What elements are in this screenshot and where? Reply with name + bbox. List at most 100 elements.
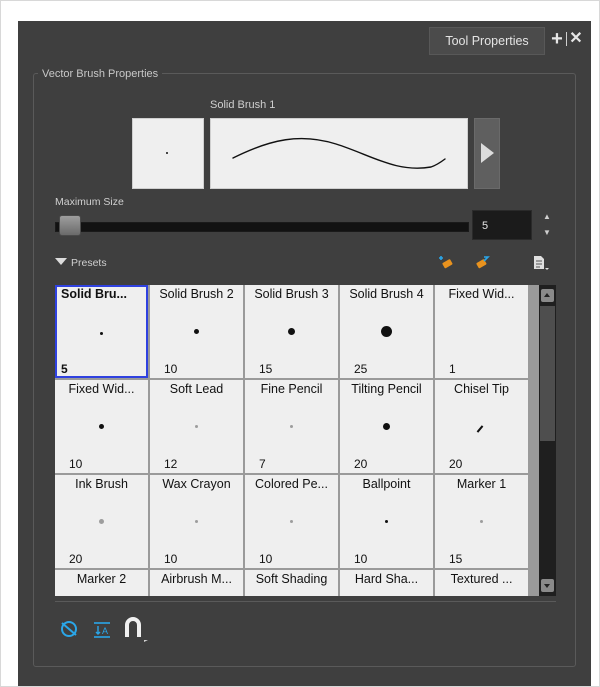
tab-separator xyxy=(566,32,567,46)
presets-toggle[interactable]: Presets xyxy=(55,257,107,269)
preset-name: Solid Brush 2 xyxy=(159,287,234,301)
brush-tip-dot xyxy=(194,519,198,523)
presets-label: Presets xyxy=(71,257,107,269)
presets-grid: Solid Bru... 5 Solid Brush 2 10 Solid Brush … xyxy=(55,285,556,596)
brush-tip-dot xyxy=(287,327,295,335)
preset-cell[interactable]: Soft Shading xyxy=(245,570,338,596)
preset-cell[interactable]: Fine Pencil 7 xyxy=(245,380,338,473)
preset-cell[interactable]: Ink Brush 20 xyxy=(55,475,148,568)
scroll-down-button[interactable] xyxy=(541,579,554,592)
preset-name: Soft Shading xyxy=(255,572,328,586)
preset-name: Chisel Tip xyxy=(454,382,509,396)
preset-name: Soft Lead xyxy=(169,382,224,396)
preset-size: 12 xyxy=(164,457,178,471)
presets-scrollbar[interactable] xyxy=(539,285,556,596)
preset-cell[interactable]: Fixed Wid... 1 xyxy=(435,285,528,378)
svg-text:A: A xyxy=(102,626,108,636)
scroll-up-button[interactable] xyxy=(541,289,554,302)
preset-name: Tilting Pencil xyxy=(351,382,422,396)
text-size-icon[interactable]: A xyxy=(91,618,113,640)
play-arrow-icon xyxy=(481,143,494,163)
stroke-preview xyxy=(210,118,468,189)
brush-tip-dot xyxy=(289,424,293,428)
preset-name: Marker 1 xyxy=(456,477,507,491)
scroll-thumb[interactable] xyxy=(540,306,555,441)
preset-name: Ballpoint xyxy=(362,477,411,491)
preset-name: Solid Bru... xyxy=(61,287,127,301)
brush-tip-dot xyxy=(98,518,104,524)
spin-up-icon[interactable]: ▲ xyxy=(543,212,551,222)
preset-size: 15 xyxy=(259,362,273,376)
stroke-preview-menu-button[interactable] xyxy=(474,118,500,189)
maximum-size-label: Maximum Size xyxy=(55,196,124,208)
preset-size: 10 xyxy=(164,552,178,566)
preset-cell[interactable]: Solid Brush 2 10 xyxy=(150,285,243,378)
preset-size: 15 xyxy=(449,552,463,566)
presets-menu-icon[interactable] xyxy=(531,254,551,272)
brush-tip-dot xyxy=(98,423,104,429)
preset-size: 10 xyxy=(354,552,368,566)
preset-name: Textured ... xyxy=(450,572,513,586)
slider-handle[interactable] xyxy=(59,215,81,236)
preset-cell[interactable]: Textured ... xyxy=(435,570,528,596)
preset-cell[interactable]: Marker 2 xyxy=(55,570,148,596)
preset-name: Ink Brush xyxy=(75,477,128,491)
brush-tip-dot xyxy=(384,519,388,523)
chisel-tip-mark xyxy=(476,425,484,433)
preset-size: 20 xyxy=(354,457,368,471)
preset-cell[interactable]: Solid Brush 4 25 xyxy=(340,285,433,378)
preset-cell[interactable]: Solid Brush 3 15 xyxy=(245,285,338,378)
preset-name: Fixed Wid... xyxy=(68,382,135,396)
add-view-icon[interactable]: + xyxy=(548,28,566,50)
preset-size: 10 xyxy=(69,457,83,471)
preset-cell[interactable]: Marker 1 15 xyxy=(435,475,528,568)
tip-dot xyxy=(166,152,168,154)
preset-cell[interactable]: Fixed Wid... 10 xyxy=(55,380,148,473)
preset-size: 7 xyxy=(259,457,266,471)
spin-down-icon[interactable]: ▼ xyxy=(543,228,551,238)
rename-brush-icon[interactable] xyxy=(472,253,492,271)
brush-tip-dot xyxy=(289,519,293,523)
preset-cell[interactable]: Ballpoint 10 xyxy=(340,475,433,568)
toolbar-divider xyxy=(55,601,556,602)
preset-name: Fine Pencil xyxy=(260,382,323,396)
preset-name: Airbrush M... xyxy=(161,572,232,586)
preset-name: Solid Brush 3 xyxy=(254,287,329,301)
preset-cell[interactable]: Colored Pe... 10 xyxy=(245,475,338,568)
brush-tip-preview xyxy=(132,118,204,189)
preset-cell[interactable]: Airbrush M... xyxy=(150,570,243,596)
tool-properties-panel: Tool Properties + ✕ Vector Brush Propert… xyxy=(18,21,591,686)
preset-name: Colored Pe... xyxy=(255,477,328,491)
preset-cell[interactable]: Tilting Pencil 20 xyxy=(340,380,433,473)
maximum-size-field[interactable]: 5 xyxy=(472,210,532,240)
magnet-icon[interactable] xyxy=(122,615,150,643)
preset-name: Fixed Wid... xyxy=(448,287,515,301)
preset-name: Marker 2 xyxy=(76,572,127,586)
preset-cell[interactable]: Wax Crayon 10 xyxy=(150,475,243,568)
new-brush-icon[interactable] xyxy=(436,253,456,271)
group-title: Vector Brush Properties xyxy=(38,68,163,80)
preset-cell[interactable]: Chisel Tip 20 xyxy=(435,380,528,473)
brush-name-label: Solid Brush 1 xyxy=(210,99,276,111)
brush-tip-dot xyxy=(194,424,198,428)
preset-name: Solid Brush 4 xyxy=(349,287,424,301)
brush-tip-dot xyxy=(479,519,483,523)
caret-down-icon xyxy=(55,258,67,265)
brush-tip-dot xyxy=(99,331,103,335)
smoothing-icon[interactable] xyxy=(58,618,80,640)
close-icon[interactable]: ✕ xyxy=(569,28,583,50)
preset-size: 10 xyxy=(164,362,178,376)
preset-cell[interactable]: Soft Lead 12 xyxy=(150,380,243,473)
preset-cell[interactable]: Solid Bru... 5 xyxy=(55,285,148,378)
presets-grid-cells: Solid Bru... 5 Solid Brush 2 10 Solid Brush … xyxy=(55,285,537,596)
preset-size: 20 xyxy=(449,457,463,471)
preset-size: 25 xyxy=(354,362,368,376)
preset-name: Hard Sha... xyxy=(354,572,419,586)
preset-size: 1 xyxy=(449,362,456,376)
maximum-size-slider[interactable] xyxy=(55,222,469,232)
preset-size: 5 xyxy=(61,362,68,376)
brush-tip-dot xyxy=(382,422,390,430)
preset-size: 20 xyxy=(69,552,83,566)
tab-tool-properties[interactable]: Tool Properties xyxy=(429,27,545,55)
preset-cell[interactable]: Hard Sha... xyxy=(340,570,433,596)
